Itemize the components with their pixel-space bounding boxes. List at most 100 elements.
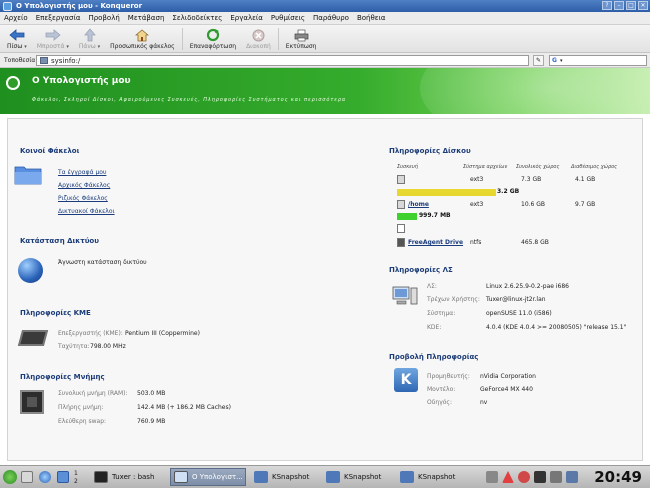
globe-icon [18, 258, 43, 283]
web-search-input[interactable]: G ▾ [549, 55, 647, 66]
update-icon[interactable] [518, 471, 530, 483]
file-manager-icon[interactable] [57, 471, 69, 483]
window-titlebar[interactable]: Ο Υπολογιστής μου - Konqueror ? – □ ✕ [0, 0, 650, 12]
model-value: GeForce4 MX 440 [480, 386, 533, 393]
location-label: Τοποθεσία: [4, 56, 38, 64]
disk-fs: ext3 [470, 176, 484, 183]
chevron-down-icon: ▾ [559, 57, 563, 64]
location-input[interactable]: sysinfo:/ [36, 55, 529, 66]
link-root-folder[interactable]: Ριζικός Φάκελος [58, 195, 108, 202]
reload-button[interactable]: Επαναφόρτωση [185, 28, 241, 50]
home-label: Προσωπικός φάκελος [110, 43, 175, 50]
disk-usage-bar [397, 189, 496, 196]
disk-fs-freeagent: ntfs [470, 239, 482, 246]
menu-go[interactable]: Μετάβαση [128, 14, 165, 22]
disk-total: 7.3 GB [521, 176, 542, 183]
disk-name-home[interactable]: /home [408, 201, 429, 208]
pager-desktop-2[interactable]: 2 [74, 478, 78, 485]
task-ksnapshot-1[interactable]: KSnapshot [250, 468, 326, 486]
reload-icon [205, 28, 221, 42]
back-label: Πίσω [7, 43, 23, 50]
task-label: Tuxer : bash [112, 473, 155, 481]
chevron-down-icon: ▾ [66, 44, 69, 50]
os-value: Linux 2.6.25.9-0.2-pae i686 [486, 283, 569, 290]
banner-decoration [420, 68, 650, 114]
model-label: Μοντέλο: [427, 386, 456, 393]
col-total-space: Συνολικός χώρος [516, 164, 560, 170]
menu-file[interactable]: Αρχείο [4, 14, 28, 22]
print-button[interactable]: Εκτύπωση [281, 28, 322, 50]
disk-total-freeagent: 465.8 GB [521, 239, 549, 246]
help-window-button[interactable]: ? [602, 1, 612, 10]
clipboard-icon[interactable] [566, 471, 578, 483]
disk-name-freeagent[interactable]: FreeAgent Drive [408, 239, 463, 246]
link-home-folder[interactable]: Αρχικός Φάκελος [58, 182, 110, 189]
task-ksnapshot-3[interactable]: KSnapshot [396, 468, 472, 486]
computer-icon [40, 57, 48, 64]
os-info-heading: Πληροφορίες ΛΣ [389, 266, 453, 274]
memory-swap-value: 760.9 MB [137, 418, 166, 425]
task-label: KSnapshot [418, 473, 456, 481]
minimize-window-button[interactable]: – [614, 1, 624, 10]
toolbar-separator [277, 28, 279, 50]
link-network-folders[interactable]: Δικτυακοί Φάκελοι [58, 208, 115, 215]
pager-desktop-1[interactable]: 1 [74, 470, 78, 477]
link-my-documents[interactable]: Τα έγγραφά μου [58, 169, 106, 176]
volume-icon[interactable] [550, 471, 562, 483]
menu-tools[interactable]: Εργαλεία [230, 14, 263, 22]
chevron-down-icon: ▾ [24, 44, 27, 50]
up-label: Πάνω [78, 43, 96, 50]
menubar: Αρχείο Επεξεργασία Προβολή Μετάβαση Σελι… [0, 12, 650, 25]
up-button[interactable]: Πάνω ▾ [74, 28, 105, 50]
col-free-space: Διαθέσιμος χώρος [571, 164, 618, 170]
disk-usage-bar-home [397, 213, 417, 220]
menu-help[interactable]: Βοήθεια [357, 14, 386, 22]
disk-total-home: 10.6 GB [521, 201, 546, 208]
home-button[interactable]: Προσωπικός φάκελος [105, 28, 180, 50]
tray-icon[interactable] [486, 471, 498, 483]
network-status-heading: Κατάσταση Δικτύου [20, 237, 99, 245]
home-icon [134, 28, 150, 42]
maximize-window-button[interactable]: □ [626, 1, 636, 10]
network-tray-icon[interactable] [534, 471, 546, 483]
back-button[interactable]: Πίσω ▾ [2, 28, 32, 50]
menu-view[interactable]: Προβολή [88, 14, 119, 22]
task-label: KSnapshot [272, 473, 310, 481]
window-title: Ο Υπολογιστής μου - Konqueror [16, 2, 143, 10]
cpu-info-heading: Πληροφορίες ΚΜΕ [20, 309, 91, 317]
menu-settings[interactable]: Ρυθμίσεις [271, 14, 305, 22]
col-filesystem: Σύστημα αρχείων [463, 164, 508, 170]
vendor-label: Προμηθευτής: [427, 373, 470, 380]
task-terminal[interactable]: Tuxer : bash [90, 468, 166, 486]
kde-logo-icon: K [394, 368, 418, 392]
up-arrow-icon [82, 28, 98, 42]
location-bar: Τοποθεσία: sysinfo:/ ✎ G ▾ [0, 53, 650, 68]
location-url: sysinfo:/ [51, 56, 81, 65]
browser-icon[interactable] [39, 471, 51, 483]
window-buttons: ? – □ ✕ [602, 1, 648, 10]
clear-location-button[interactable]: ✎ [533, 55, 544, 66]
start-menu-icon[interactable] [3, 470, 17, 484]
folder-icon [14, 166, 42, 185]
driver-label: Οδηγός: [427, 399, 452, 406]
memory-chip-icon [20, 390, 44, 414]
usb-drive-icon [397, 224, 405, 233]
menu-window[interactable]: Παράθυρο [313, 14, 349, 22]
page-subtitle: Φάκελοι, Σκληροί Δίσκοι, Αφαιρούμενες Συ… [32, 97, 347, 103]
stop-button[interactable]: Διακοπή [241, 28, 276, 50]
terminal-icon [94, 471, 108, 483]
google-search-icon: G [552, 57, 557, 64]
clock[interactable]: 20:49 [594, 468, 642, 486]
menu-edit[interactable]: Επεξεργασία [36, 14, 81, 22]
forward-button[interactable]: Μπροστά ▾ [32, 28, 74, 50]
disk-fs-home: ext3 [470, 201, 484, 208]
main-toolbar: Πίσω ▾ Μπροστά ▾ Πάνω ▾ Προσωπικός φάκελ… [0, 25, 650, 53]
menu-bookmarks[interactable]: Σελιδοδείκτες [172, 14, 222, 22]
close-window-button[interactable]: ✕ [638, 1, 648, 10]
task-ksnapshot-2[interactable]: KSnapshot [322, 468, 398, 486]
desktop-icon[interactable] [21, 471, 33, 483]
reload-label: Επαναφόρτωση [189, 43, 237, 50]
task-konqueror[interactable]: Ο Υπολογιστ... [170, 468, 246, 486]
memory-free-value: 142.4 MB (+ 186.2 MB Caches) [137, 404, 231, 411]
warning-icon[interactable] [502, 471, 514, 483]
